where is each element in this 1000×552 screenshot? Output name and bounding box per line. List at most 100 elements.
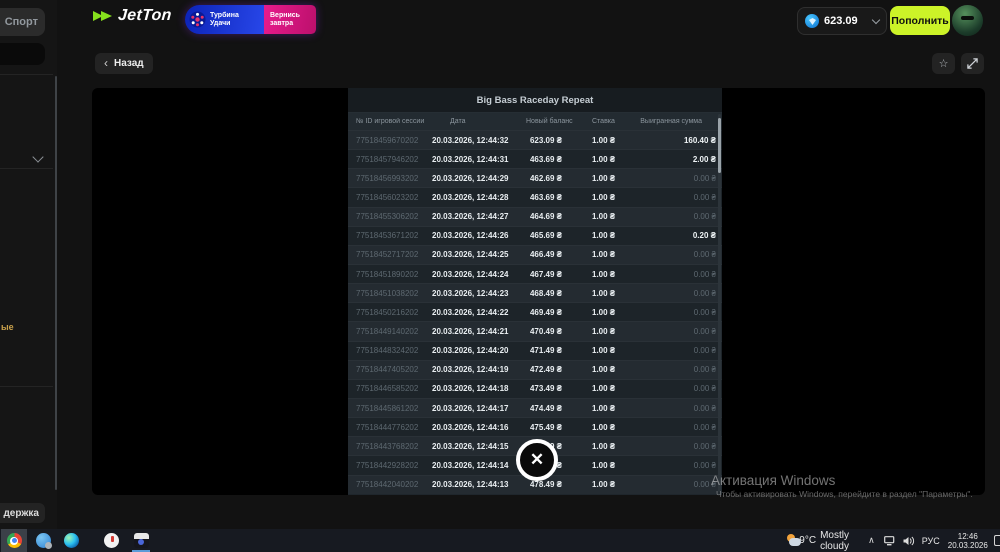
balance-cell: 471.49 ₴ xyxy=(526,346,566,355)
close-button[interactable]: ✕ xyxy=(516,439,558,481)
bet-cell: 1.00 ₴ xyxy=(566,404,636,413)
bet-cell: 1.00 ₴ xyxy=(566,174,636,183)
table-row: 77518449140202 20.03.2026, 12:44:21 470.… xyxy=(348,321,722,340)
win-cell: 0.00 ₴ xyxy=(636,212,722,221)
sidebar-item-sport[interactable]: Спорт xyxy=(0,8,45,36)
chevron-down-icon xyxy=(872,15,880,23)
blue-app-icon xyxy=(36,533,51,548)
table-header-row: № ID игровой сессии Дата Новый баланс Ст… xyxy=(348,113,722,130)
win-cell: 0.00 ₴ xyxy=(636,270,722,279)
date-cell: 20.03.2026, 12:44:14 xyxy=(432,461,526,470)
bet-cell: 1.00 ₴ xyxy=(566,346,636,355)
taskbar-right: 9°C Mostly cloudy ∧ РУС 12:46 20.03.2026 xyxy=(786,529,1000,552)
column-header-bet: Ставка xyxy=(566,118,636,125)
session-id-cell: 77518449140202 xyxy=(348,327,432,336)
taskbar-chrome-button[interactable] xyxy=(1,529,27,552)
column-header-win: Выигранная сумма xyxy=(636,118,722,125)
bet-cell: 1.00 ₴ xyxy=(566,212,636,221)
balance-cell: 468.49 ₴ xyxy=(526,289,566,298)
date-cell: 20.03.2026, 12:44:32 xyxy=(432,136,526,145)
date-cell: 20.03.2026, 12:44:16 xyxy=(432,423,526,432)
win-cell: 0.00 ₴ xyxy=(636,384,722,393)
promo-banner[interactable]: Турбина Удачи Вернись завтра xyxy=(185,5,316,34)
session-id-cell: 77518452717202 xyxy=(348,250,432,259)
support-button[interactable]: держка xyxy=(0,503,45,523)
session-id-cell: 77518448324202 xyxy=(348,346,432,355)
bet-cell: 1.00 ₴ xyxy=(566,250,636,259)
jetton-logo[interactable]: JetTon xyxy=(92,7,172,25)
promo-left-line2: Удачи xyxy=(210,20,239,28)
touch-keyboard-icon[interactable] xyxy=(994,535,1000,546)
promo-banner-left: Турбина Удачи xyxy=(185,5,264,34)
session-id-cell: 77518442928202 xyxy=(348,461,432,470)
tray-expand-icon[interactable]: ∧ xyxy=(868,535,875,546)
date-cell: 20.03.2026, 12:44:18 xyxy=(432,384,526,393)
taskbar-clock-app-button[interactable] xyxy=(98,529,124,552)
win-cell: 0.00 ₴ xyxy=(636,327,722,336)
win-cell: 0.00 ₴ xyxy=(636,289,722,298)
left-sidebar: Спорт ые держка xyxy=(0,0,57,529)
promo-left-line1: Турбина xyxy=(210,12,239,20)
date-cell: 20.03.2026, 12:44:28 xyxy=(432,193,526,202)
wheel-icon xyxy=(189,11,206,28)
back-button[interactable]: ‹ Назад xyxy=(95,53,153,74)
win-cell: 0.00 ₴ xyxy=(636,174,722,183)
sidebar-item-label[interactable]: ые xyxy=(1,322,14,332)
clock-time: 12:46 xyxy=(958,532,978,541)
session-id-cell: 77518446585202 xyxy=(348,384,432,393)
favorite-button[interactable]: ☆ xyxy=(932,53,955,74)
table-row: 77518457946202 20.03.2026, 12:44:31 463.… xyxy=(348,149,722,168)
win-cell: 0.00 ₴ xyxy=(636,442,722,451)
balance-cell: 475.49 ₴ xyxy=(526,423,566,432)
balance-cell: 464.69 ₴ xyxy=(526,212,566,221)
taskbar-edge-button[interactable] xyxy=(58,529,84,552)
win-cell: 0.00 ₴ xyxy=(636,461,722,470)
table-row: 77518450216202 20.03.2026, 12:44:22 469.… xyxy=(348,302,722,321)
clock[interactable]: 12:46 20.03.2026 xyxy=(948,532,988,550)
balance-cell: 478.49 ₴ xyxy=(526,480,566,489)
weather-description[interactable]: Mostly cloudy xyxy=(820,530,855,552)
date-cell: 20.03.2026, 12:44:21 xyxy=(432,327,526,336)
sidebar-item-casino[interactable] xyxy=(0,43,45,65)
column-header-balance: Новый баланс xyxy=(526,118,566,125)
bet-cell: 1.00 ₴ xyxy=(566,289,636,298)
balance-amount: 623.09 xyxy=(824,15,858,27)
win-cell: 0.00 ₴ xyxy=(636,423,722,432)
chevron-down-icon[interactable] xyxy=(32,151,43,162)
bet-cell: 1.00 ₴ xyxy=(566,461,636,470)
table-scrollbar-thumb[interactable] xyxy=(718,118,721,173)
table-row: 77518456023202 20.03.2026, 12:44:28 463.… xyxy=(348,187,722,206)
network-icon[interactable] xyxy=(884,536,896,546)
sidebar-scrollbar[interactable] xyxy=(55,76,57,490)
table-row: 77518452717202 20.03.2026, 12:44:25 466.… xyxy=(348,245,722,264)
deposit-button[interactable]: Пополнить xyxy=(890,6,950,35)
balance-cell: 470.49 ₴ xyxy=(526,327,566,336)
date-cell: 20.03.2026, 12:44:22 xyxy=(432,308,526,317)
volume-icon[interactable] xyxy=(903,536,915,546)
weather-temp[interactable]: 9°C xyxy=(799,535,816,546)
table-row: 77518456993202 20.03.2026, 12:44:29 462.… xyxy=(348,168,722,187)
win-cell: 0.00 ₴ xyxy=(636,193,722,202)
balance-cell: 463.69 ₴ xyxy=(526,155,566,164)
session-id-cell: 77518455306202 xyxy=(348,212,432,221)
promo-right-line2: завтра xyxy=(270,20,316,28)
session-id-cell: 77518451038202 xyxy=(348,289,432,298)
date-cell: 20.03.2026, 12:44:25 xyxy=(432,250,526,259)
session-id-cell: 77518445861202 xyxy=(348,404,432,413)
session-id-cell: 77518444776202 xyxy=(348,423,432,432)
avatar[interactable] xyxy=(952,5,983,36)
date-cell: 20.03.2026, 12:44:31 xyxy=(432,155,526,164)
taskbar-app-button[interactable] xyxy=(30,529,56,552)
table-row: 77518455306202 20.03.2026, 12:44:27 464.… xyxy=(348,207,722,226)
session-id-cell: 77518456993202 xyxy=(348,174,432,183)
balance-chip[interactable]: 623.09 xyxy=(797,7,887,35)
taskbar-open-app-button[interactable] xyxy=(128,529,154,552)
balance-cell: 623.09 ₴ xyxy=(526,136,566,145)
table-row: 77518447405202 20.03.2026, 12:44:19 472.… xyxy=(348,360,722,379)
date-cell: 20.03.2026, 12:44:17 xyxy=(432,404,526,413)
panel-title: Big Bass Raceday Repeat xyxy=(348,88,722,113)
session-id-cell: 77518450216202 xyxy=(348,308,432,317)
fullscreen-button[interactable] xyxy=(961,53,984,74)
language-indicator[interactable]: РУС xyxy=(922,536,940,546)
bet-cell: 1.00 ₴ xyxy=(566,193,636,202)
